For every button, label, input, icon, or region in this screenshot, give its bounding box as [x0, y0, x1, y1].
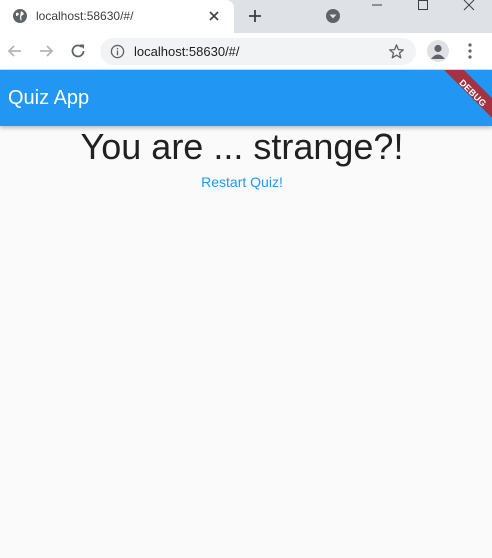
tab-strip: localhost:58630/#/: [0, 0, 492, 33]
back-arrow-icon[interactable]: [5, 41, 25, 61]
app-bar: Quiz App DEBUG: [0, 70, 492, 126]
plus-icon[interactable]: [246, 7, 264, 25]
address-bar[interactable]: localhost:58630/#/: [100, 38, 416, 65]
app-title: Quiz App: [8, 87, 90, 109]
minimize-icon[interactable]: [368, 0, 386, 12]
reload-icon[interactable]: [68, 41, 88, 61]
star-icon[interactable]: [388, 43, 405, 60]
window-close-icon[interactable]: [460, 0, 478, 12]
debug-banner: DEBUG: [431, 70, 492, 126]
restart-quiz-button[interactable]: Restart Quiz!: [196, 172, 288, 194]
info-icon[interactable]: [110, 44, 125, 59]
tab-title: localhost:58630/#/: [36, 9, 134, 23]
debug-label: DEBUG: [457, 77, 489, 109]
maximize-icon[interactable]: [414, 0, 432, 12]
profile-icon[interactable]: [427, 40, 449, 62]
globe-icon: [13, 9, 27, 23]
result-text: You are ... strange?!: [80, 126, 404, 167]
tab-search-icon[interactable]: [324, 7, 342, 25]
browser-toolbar: localhost:58630/#/: [0, 33, 492, 70]
url-text[interactable]: localhost:58630/#/: [134, 44, 240, 59]
kebab-menu-icon[interactable]: [462, 41, 478, 61]
close-icon[interactable]: [206, 8, 222, 24]
forward-arrow-icon[interactable]: [36, 41, 56, 61]
browser-tab[interactable]: localhost:58630/#/: [0, 0, 234, 33]
